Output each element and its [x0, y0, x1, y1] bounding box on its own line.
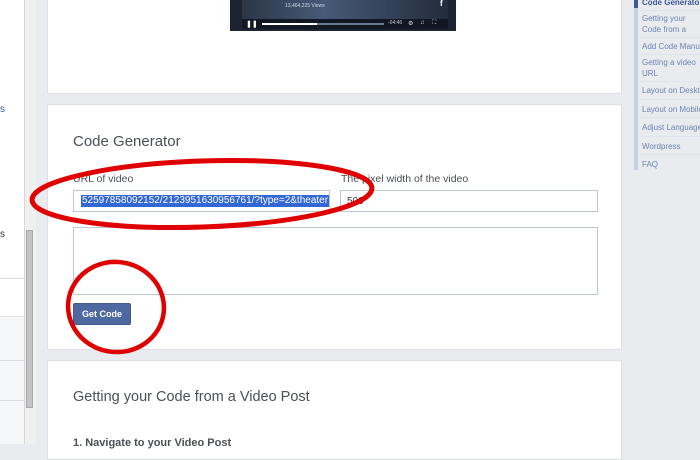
- annotation-ellipse-url: [29, 157, 375, 231]
- annotation-overlay: [29, 157, 375, 355]
- annotation-ellipse-button: [65, 259, 167, 355]
